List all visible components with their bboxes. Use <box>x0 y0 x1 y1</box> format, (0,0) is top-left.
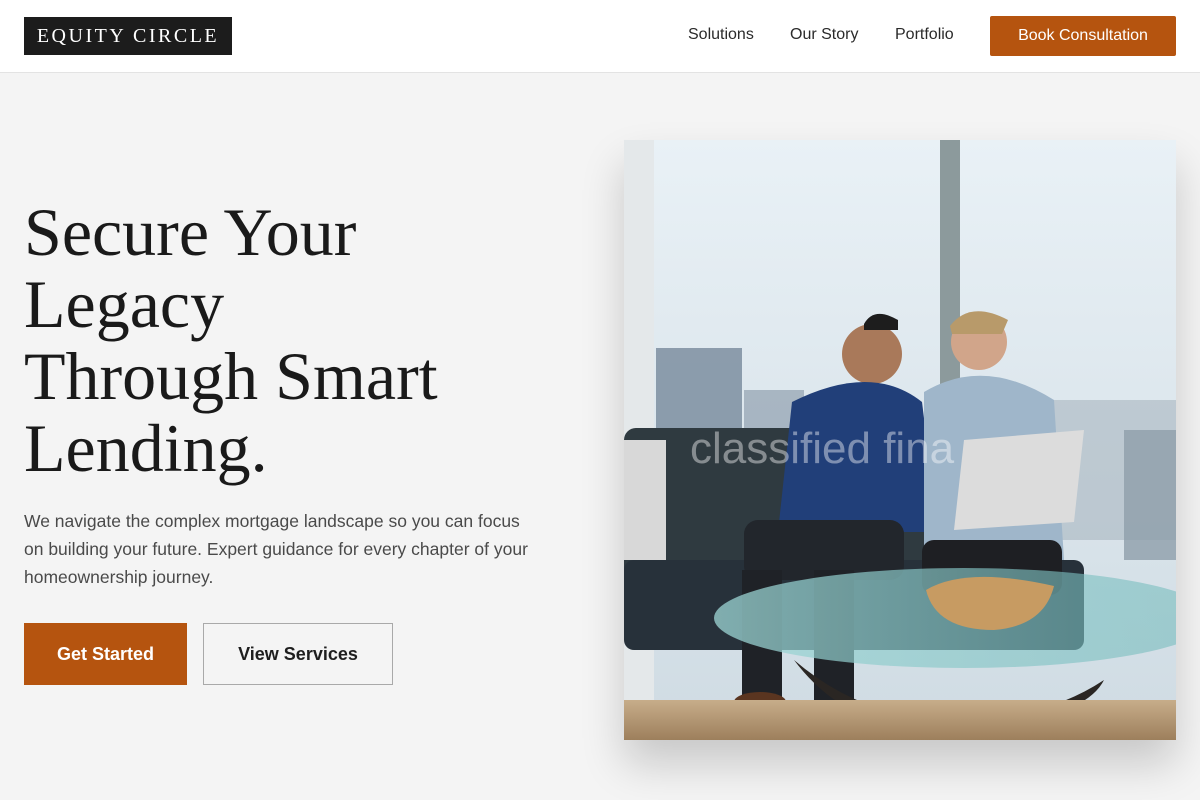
hero-title-line: Lending. <box>24 410 268 486</box>
get-started-button[interactable]: Get Started <box>24 623 187 685</box>
hero-photo-illustration <box>624 140 1176 740</box>
hero-title: Secure Your Legacy Through Smart Lending… <box>24 196 544 484</box>
hero-title-line: Through Smart <box>24 338 438 414</box>
nav-link-portfolio[interactable]: Portfolio <box>895 26 954 44</box>
hero-photo <box>624 140 1176 740</box>
nav-link-solutions[interactable]: Solutions <box>688 26 754 44</box>
hero-title-line: Secure Your <box>24 194 357 270</box>
hero-description: We navigate the complex mortgage landsca… <box>24 511 528 587</box>
nav-link-our-story[interactable]: Our Story <box>790 26 858 44</box>
view-services-button[interactable]: View Services <box>203 623 393 685</box>
book-consultation-button[interactable]: Book Consultation <box>990 16 1176 56</box>
site-header: EQUITY CIRCLE Solutions Our Story Portfo… <box>0 0 1200 73</box>
brand-logo[interactable]: EQUITY CIRCLE <box>24 17 232 55</box>
hero-title-line: Legacy <box>24 266 225 342</box>
